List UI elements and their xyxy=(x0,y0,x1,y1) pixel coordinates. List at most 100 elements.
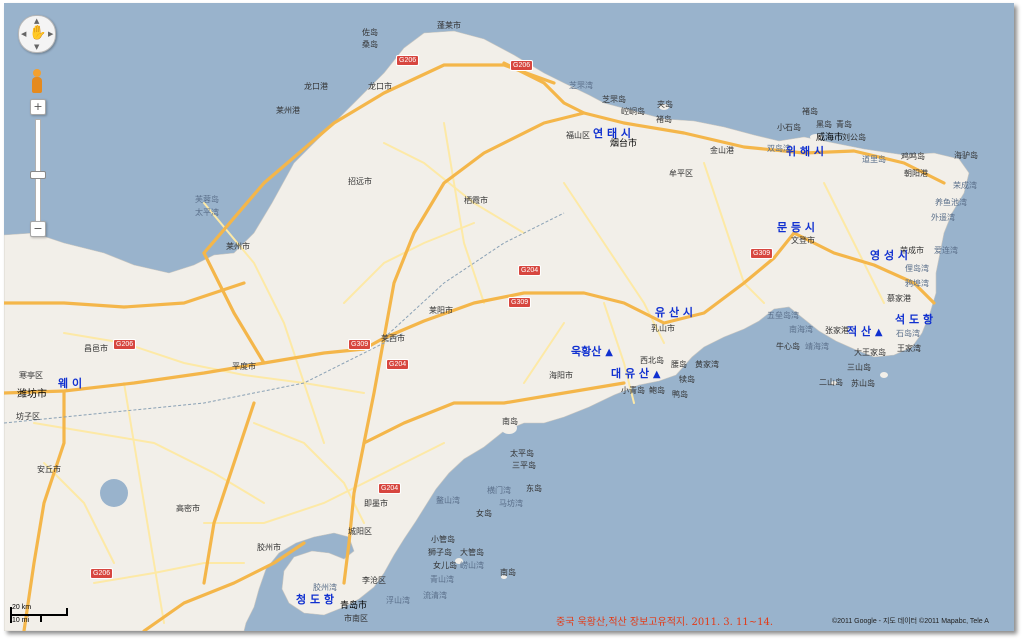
place-label: 金山港 xyxy=(710,146,734,155)
place-label: 胶州市 xyxy=(257,543,281,552)
photo-caption: 중국 욱황산,적산 장보고유적지. 2011. 3. 11~14. xyxy=(556,617,774,628)
place-label: 莱州市 xyxy=(226,242,250,251)
place-label: 乳山市 xyxy=(651,324,675,333)
sea-label: 养鱼池湾 xyxy=(935,198,967,207)
highway-shield: G206 xyxy=(396,55,420,66)
mountain-icon: ▲ xyxy=(652,369,661,380)
map-canvas[interactable]: G206 G206 G309 G204 G309 G204 G206 G204 … xyxy=(4,3,1014,631)
place-label: 龙口港 xyxy=(304,82,328,91)
place-label: 芝罘岛 xyxy=(602,95,626,104)
place-label: 海驴岛 xyxy=(954,151,978,160)
highway-shield: G204 xyxy=(378,483,402,494)
place-label: 城阳区 xyxy=(348,527,372,536)
place-label: 青岛 xyxy=(836,120,852,129)
annotation-qingdaogang: 청 도 항 xyxy=(296,593,335,606)
zoom-slider-thumb[interactable] xyxy=(30,171,46,179)
place-label: 女岛 xyxy=(476,509,492,518)
map-copyright[interactable]: ©2011 Google - 지도 데이터 ©2011 Mapabc, Tele… xyxy=(832,616,989,626)
place-label: 坊子区 xyxy=(16,412,40,421)
place-label: 栖霞市 xyxy=(464,196,488,205)
place-label: 莱西市 xyxy=(381,334,405,343)
place-label: 文登市 xyxy=(791,236,815,245)
place-label: 海阳市 xyxy=(549,371,573,380)
sea-label: 马坊湾 xyxy=(499,499,523,508)
place-label: 莱阳市 xyxy=(429,306,453,315)
sea-label: 青山湾 xyxy=(430,575,454,584)
place-label: 三平岛 xyxy=(512,461,536,470)
pan-right-icon[interactable]: ▶ xyxy=(48,30,53,38)
mountain-icon: ▲ xyxy=(605,347,613,358)
sea-label: 芙蓉岛 xyxy=(195,195,219,204)
city-label: 青岛市 xyxy=(340,601,368,611)
sea-label: 横门湾 xyxy=(487,486,511,495)
pan-down-icon[interactable]: ▼ xyxy=(34,43,39,51)
sea-label: 芝罘湾 xyxy=(569,81,593,90)
place-label: 大王家岛 xyxy=(854,348,886,357)
place-label: 寒亭区 xyxy=(19,371,43,380)
place-label: 大管岛 xyxy=(460,548,484,557)
place-label: 苏山岛 xyxy=(851,379,875,388)
place-label: 狮子岛 xyxy=(428,548,452,557)
sea-label: 流清湾 xyxy=(423,591,447,600)
place-label: 佐岛 xyxy=(362,28,378,37)
place-label: 黄家湾 xyxy=(695,360,719,369)
scale-bar: 20 km 10 mi xyxy=(10,604,70,628)
map-base xyxy=(4,3,1014,631)
place-label: 王家湾 xyxy=(897,344,921,353)
place-label: 太平岛 xyxy=(510,449,534,458)
place-label: 崆峒岛 xyxy=(621,107,645,116)
place-label: 福山区 xyxy=(566,131,590,140)
highway-shield: G204 xyxy=(386,359,410,370)
place-label: 莱州港 xyxy=(276,106,300,115)
pan-left-icon[interactable]: ◀ xyxy=(21,30,26,38)
sea-label: 荣成湾 xyxy=(953,181,977,190)
annotation-wendeng: 문 등 시 xyxy=(777,221,816,234)
scale-mi-label: 10 mi xyxy=(12,617,30,624)
place-label: 腰岛 xyxy=(671,360,687,369)
sea-label: 鸦埠湾 xyxy=(905,279,929,288)
zoom-in-button[interactable]: + xyxy=(30,99,46,115)
place-label: 蓬莱市 xyxy=(437,21,461,30)
place-label: 褚岛 xyxy=(656,115,672,124)
highway-shield: G309 xyxy=(750,248,774,259)
place-label: 牟平区 xyxy=(669,169,693,178)
place-label: 小石岛 xyxy=(777,123,801,132)
place-label: 慕家港 xyxy=(887,294,911,303)
annotation-shidaogang: 석 도 항 xyxy=(895,313,934,326)
place-label: 即墨市 xyxy=(364,499,388,508)
place-label: 李沧区 xyxy=(362,576,386,585)
city-label: 烟台市 xyxy=(610,139,638,149)
highway-shield: G206 xyxy=(90,568,114,579)
pan-control[interactable]: ▲ ▼ ◀ ▶ ✋ xyxy=(18,15,56,53)
highway-shield: G206 xyxy=(510,60,534,71)
place-label: 小管岛 xyxy=(431,535,455,544)
place-label: 鸭岛 xyxy=(672,390,688,399)
place-label: 女儿岛 xyxy=(433,561,457,570)
place-label: 刘公岛 xyxy=(842,133,866,142)
place-label: 高密市 xyxy=(176,504,200,513)
annotation-yantai: 연 태 시 xyxy=(593,127,632,140)
pan-up-icon[interactable]: ▲ xyxy=(34,17,39,25)
place-label: 招远市 xyxy=(348,177,372,186)
place-label: 褚岛 xyxy=(802,107,818,116)
highway-shield: G309 xyxy=(508,297,532,308)
place-label: 平度市 xyxy=(232,362,256,371)
place-label: 三山岛 xyxy=(847,363,871,372)
sea-label: 崂山湾 xyxy=(460,561,484,570)
place-label: 南岛 xyxy=(502,417,518,426)
place-label: 张家港 xyxy=(825,326,849,335)
pegman-icon[interactable] xyxy=(30,69,44,95)
sea-label: 爱连湾 xyxy=(934,246,958,255)
place-label: 鸡鸣岛 xyxy=(901,152,925,161)
sea-label: 五垒岛湾 xyxy=(767,311,799,320)
sea-label: 靖海湾 xyxy=(805,342,829,351)
highway-shield: G206 xyxy=(113,339,137,350)
annotation-wuhuangshan: 욱황산 ▲ xyxy=(571,345,613,358)
zoom-out-button[interactable]: − xyxy=(30,221,46,237)
city-label: 潍坊市 xyxy=(17,389,47,400)
sea-label: 外遥湾 xyxy=(931,213,955,222)
place-label: 西北岛 xyxy=(640,356,664,365)
sea-label: 石岛湾 xyxy=(896,329,920,338)
place-label: 南岛 xyxy=(500,568,516,577)
hand-pan-icon: ✋ xyxy=(29,25,47,41)
